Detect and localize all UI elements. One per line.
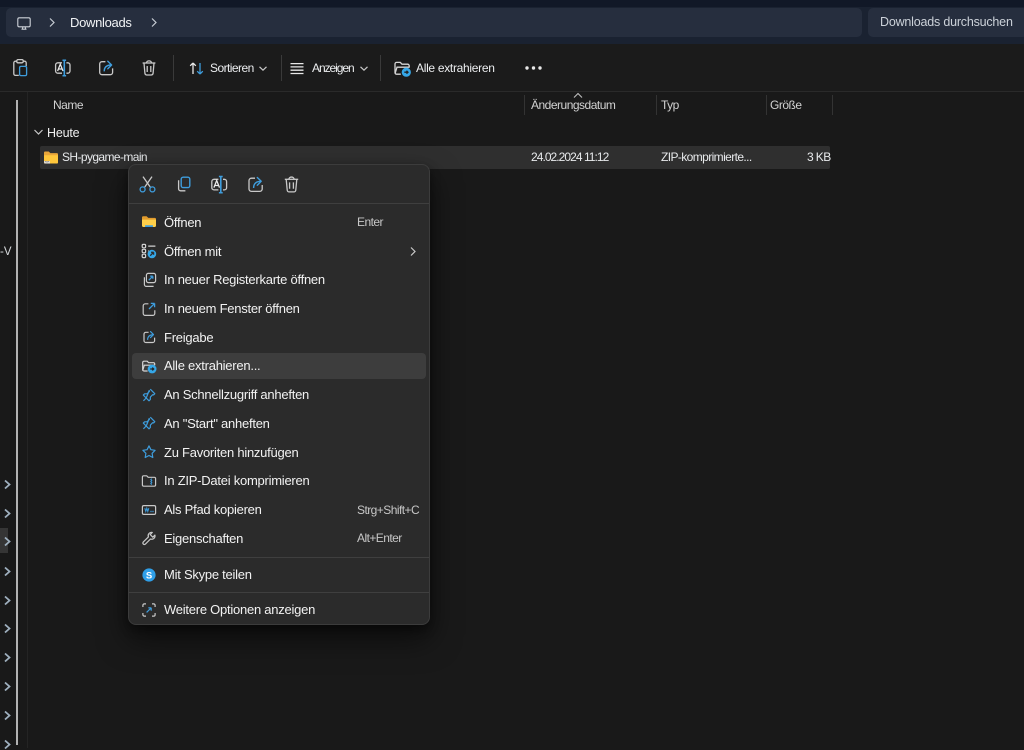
- svg-text:S: S: [146, 570, 152, 581]
